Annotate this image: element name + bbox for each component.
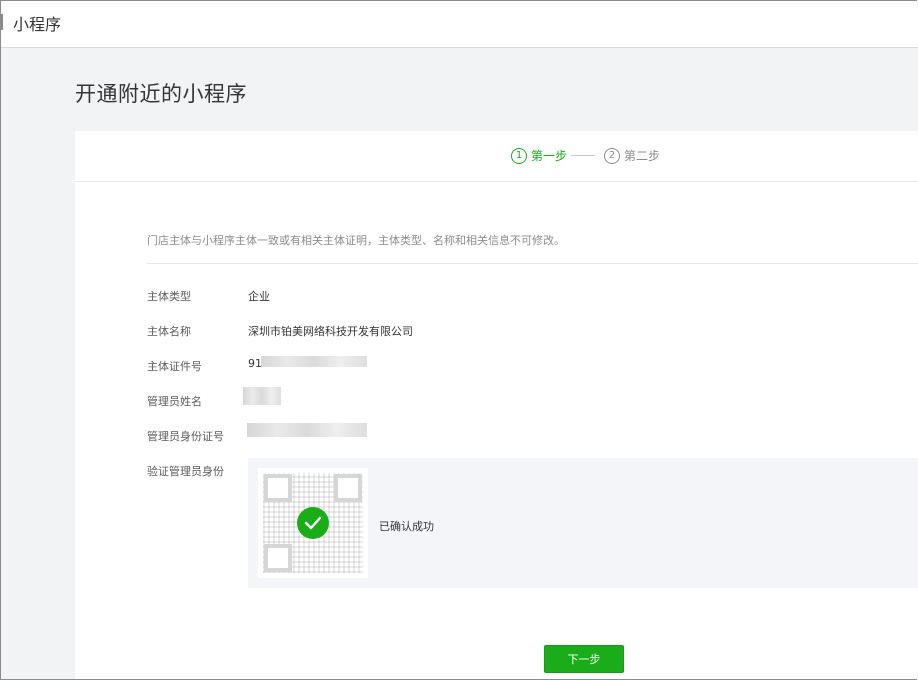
admin-name-redacted [243, 387, 281, 405]
entity-type-value: 企业 [248, 290, 270, 303]
entity-name-label: 主体名称 [147, 325, 191, 338]
entity-type-label: 主体类型 [147, 290, 191, 303]
top-bar: 小程序 [0, 0, 918, 48]
next-step-button[interactable]: 下一步 [544, 645, 624, 673]
check-circle-icon [297, 507, 329, 539]
app-title: 小程序 [13, 15, 62, 34]
entity-id-label: 主体证件号 [147, 360, 202, 373]
step-1: 1 第一步 [511, 147, 567, 164]
qr-code-icon [258, 468, 368, 578]
verify-label: 验证管理员身份 [147, 465, 224, 478]
admin-id-label: 管理员身份证号 [147, 430, 224, 443]
step-indicator: 1 第一步 2 第二步 [75, 131, 918, 182]
title-marker [0, 14, 3, 30]
step-1-number: 1 [511, 147, 527, 164]
entity-id-redacted [261, 356, 367, 367]
step-connector [571, 155, 595, 156]
admin-name-label: 管理员姓名 [147, 395, 202, 408]
qr-corner-top-right [334, 474, 362, 502]
page-title: 开通附近的小程序 [75, 82, 247, 106]
verify-panel: 已确认成功 [248, 458, 918, 588]
qr-corner-top-left [264, 474, 292, 502]
step-2: 2 第二步 [604, 147, 660, 164]
entity-name-value: 深圳市铂美网络科技开发有限公司 [248, 325, 413, 338]
content-card: 1 第一步 2 第二步 门店主体与小程序主体一致或有相关主体证明，主体类型、名称… [75, 131, 918, 680]
qr-corner-bottom-left [264, 544, 292, 572]
admin-id-redacted [247, 423, 367, 437]
notice-divider [147, 263, 918, 264]
entity-id-value: 91 [248, 357, 262, 370]
step-1-label: 第一步 [531, 149, 568, 163]
verified-status: 已确认成功 [379, 520, 434, 533]
step-2-label: 第二步 [624, 149, 661, 163]
step-2-number: 2 [604, 147, 620, 164]
notice-text: 门店主体与小程序主体一致或有相关主体证明，主体类型、名称和相关信息不可修改。 [147, 234, 565, 247]
